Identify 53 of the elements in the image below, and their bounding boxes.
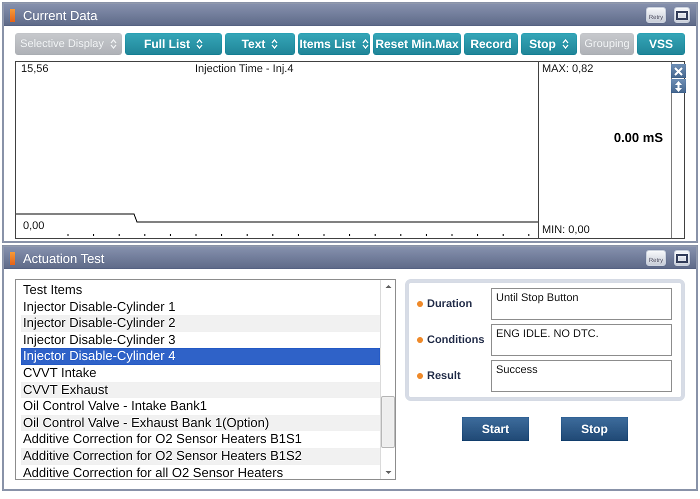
list-item[interactable]: CVVT Intake	[21, 364, 380, 382]
toolbar-button[interactable]: Reset Min.Max	[373, 33, 461, 55]
field-value: Success	[491, 360, 672, 392]
toolbar-button[interactable]: Stop	[521, 33, 577, 55]
toolbar-button[interactable]: VSS	[637, 33, 685, 55]
list-header: Test Items	[22, 282, 84, 299]
axis-min-label: 0,00	[23, 220, 44, 232]
field-label: Duration	[427, 298, 474, 310]
field-value: Until Stop Button	[491, 288, 672, 320]
scroll-down-arrow-icon[interactable]	[384, 470, 392, 475]
resize-button[interactable]	[671, 79, 686, 93]
list-item[interactable]: Oil Control Valve - Intake Bank1	[21, 398, 380, 415]
field-value: ENG IDLE. NO DTC.	[491, 324, 672, 356]
action-button[interactable]: Stop	[561, 417, 628, 441]
panel-title: Actuation Test	[23, 250, 106, 266]
dropdown-caret-icon	[362, 39, 369, 49]
bullet-icon	[417, 301, 423, 307]
close-button[interactable]	[671, 64, 686, 78]
action-button[interactable]: Start	[462, 417, 529, 441]
bullet-icon	[417, 337, 423, 343]
list-item[interactable]: Injector Disable-Cylinder 1	[21, 298, 380, 316]
dropdown-caret-icon	[271, 39, 278, 49]
maximize-button[interactable]	[674, 250, 690, 266]
scrollbar[interactable]	[380, 280, 395, 479]
toolbar-button[interactable]: Text	[225, 33, 295, 55]
toolbar-button[interactable]: Record	[464, 33, 518, 55]
bullet-icon	[417, 373, 423, 379]
dropdown-caret-icon	[196, 39, 203, 49]
current-reading: 0.00 mS	[614, 130, 663, 145]
list-item[interactable]: Oil Control Valve - Exhaust Bank 1(Option)	[21, 414, 380, 432]
axis-max-label: 15,56	[21, 63, 49, 75]
list-item[interactable]: Additive Correction for all O2 Sensor Heaters	[21, 464, 380, 479]
dropdown-caret-icon	[110, 39, 117, 49]
dropdown-caret-icon	[562, 39, 569, 49]
field-label: Result	[427, 370, 462, 382]
min-value: MIN: 0,00	[541, 223, 591, 238]
scroll-up-arrow-icon[interactable]	[384, 284, 392, 289]
graph-title: Injection Time - Inj.4	[195, 63, 294, 75]
panel-marker-icon	[10, 8, 15, 22]
list-item[interactable]: CVVT Exhaust	[21, 382, 380, 398]
list-item[interactable]: Additive Correction for O2 Sensor Heaters B1S2	[21, 448, 380, 465]
list-item[interactable]: Injector Disable-Cylinder 3	[21, 332, 380, 348]
list-item[interactable]: Injector Disable-Cylinder 4	[21, 348, 380, 365]
list-item[interactable]: Injector Disable-Cylinder 2	[21, 315, 380, 332]
panel-title: Current Data	[23, 8, 98, 22]
max-value: MAX: 0,82	[541, 62, 594, 75]
scrollbar-thumb[interactable]	[381, 396, 395, 448]
toolbar-button[interactable]: Items List	[298, 33, 370, 55]
maximize-button[interactable]	[674, 7, 690, 23]
list-item[interactable]: Additive Correction for O2 Sensor Heaters B1S1	[21, 431, 380, 448]
panel-marker-icon	[10, 252, 15, 264]
toolbar-button[interactable]: Full List	[125, 33, 222, 55]
field-label: Conditions	[427, 334, 486, 346]
